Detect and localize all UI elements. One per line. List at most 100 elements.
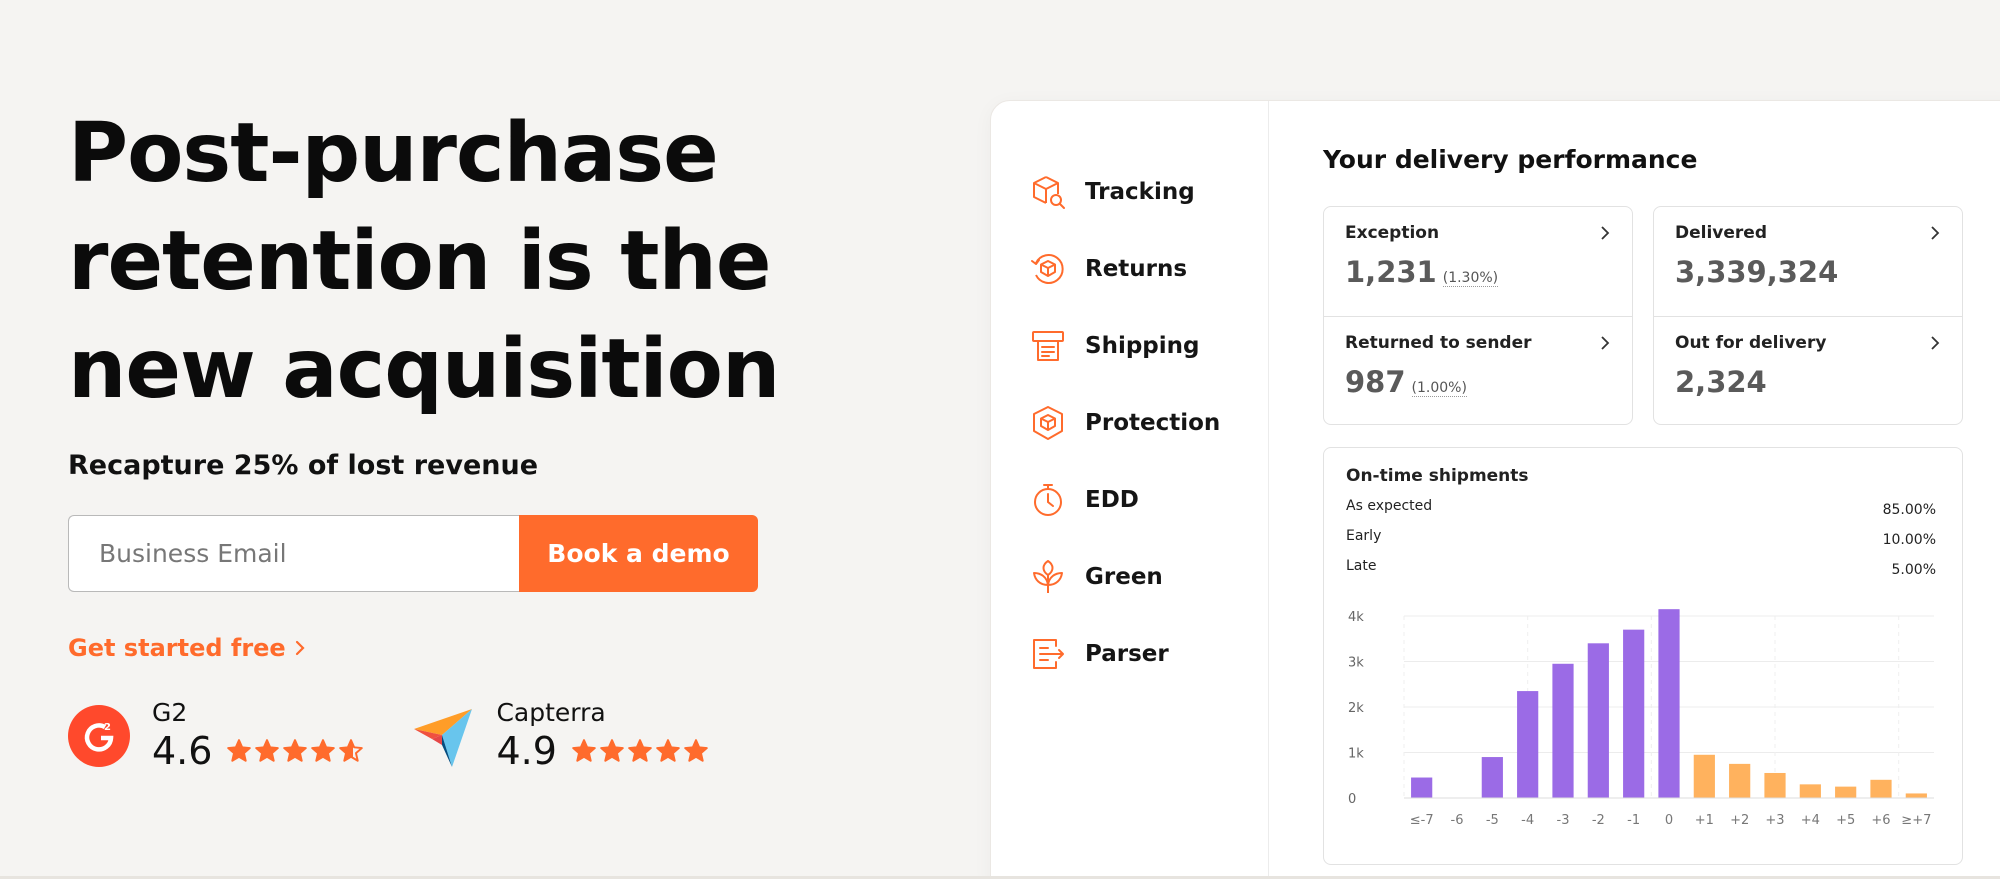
stat-card: Delivered 3,339,324 Out for delivery 2,3… <box>1653 206 1963 425</box>
shield-box-icon <box>1029 404 1067 442</box>
stat-label: Out for delivery <box>1675 333 1827 353</box>
y-tick-label: 2k <box>1348 701 1364 716</box>
sidebar-item-returns[interactable]: Returns <box>991 230 1268 307</box>
stat-returned-to-sender[interactable]: Returned to sender 987 (1.00%) <box>1324 316 1632 425</box>
chart-bar <box>1587 643 1609 798</box>
chart-bar <box>1658 609 1680 798</box>
sidebar-item-shipping[interactable]: Shipping <box>991 307 1268 384</box>
star-icon <box>628 739 652 762</box>
chart-bar <box>1481 757 1503 798</box>
sidebar-item-edd[interactable]: EDD <box>991 461 1268 538</box>
chevron-right-icon <box>1931 226 1940 240</box>
panel-title: Your delivery performance <box>1323 145 1698 174</box>
sidebar-item-label: Shipping <box>1085 332 1200 359</box>
capterra-logo <box>414 709 473 767</box>
star-rating <box>571 738 709 764</box>
chevron-right-icon <box>1931 336 1940 350</box>
sidebar-item-protection[interactable]: Protection <box>991 384 1268 461</box>
stat-exception[interactable]: Exception 1,231 (1.30%) <box>1324 207 1632 316</box>
chart-bar <box>1835 786 1857 798</box>
rating-brand: G2 <box>152 698 188 727</box>
legend-percent: 10.00% <box>1882 532 1936 548</box>
stat-delivered[interactable]: Delivered 3,339,324 <box>1654 207 1962 316</box>
rating-score: 4.6 <box>152 729 213 773</box>
on-time-shipments-chart: 0 1k 2k 3k 4k ≤-7 -6 -5 -4 -3 -2 -1 0 +1 +2 +3 +4 +5 +6 ≥+7 <box>1348 609 1934 828</box>
stat-label: Delivered <box>1675 223 1767 243</box>
x-tick-label: +3 <box>1765 813 1784 828</box>
headline-line: new acquisition <box>68 322 780 417</box>
get-started-label: Get started free <box>68 634 286 662</box>
x-tick-label: -3 <box>1557 813 1570 828</box>
chart-bar <box>1905 793 1927 798</box>
get-started-link[interactable]: Get started free <box>68 634 306 662</box>
book-demo-button[interactable]: Book a demo <box>519 515 758 592</box>
ratings: 2 G2 4.6 Capterra 4.9 <box>68 698 968 774</box>
stopwatch-icon <box>1029 481 1067 519</box>
legend-percent: 5.00% <box>1891 562 1936 578</box>
sidebar-item-label: Returns <box>1085 255 1188 282</box>
chart-bar <box>1870 779 1892 798</box>
legend-label: Early <box>1346 528 1382 544</box>
stat-percent: (1.00%) <box>1411 380 1467 397</box>
y-tick-label: 0 <box>1348 792 1356 807</box>
chart-bar <box>1764 772 1786 798</box>
chevron-right-icon <box>295 640 305 656</box>
headline: Post-purchase retention is the new acqui… <box>68 100 968 424</box>
x-tick-label: -5 <box>1486 813 1499 828</box>
chart-bar <box>1799 784 1821 798</box>
sidebar-item-green[interactable]: Green <box>991 538 1268 615</box>
star-icon <box>656 739 680 762</box>
star-icon <box>255 739 280 762</box>
rating-g2: 2 G2 4.6 <box>68 698 364 774</box>
svg-text:2: 2 <box>104 722 111 733</box>
stat-grid: Exception 1,231 (1.30%) Returned to sende… <box>1323 206 2000 425</box>
stat-value: 3,339,324 <box>1675 255 1839 289</box>
x-tick-label: -1 <box>1627 813 1640 828</box>
performance-panel: Your delivery performance Exception 1,23… <box>1269 101 2000 879</box>
chart-bar <box>1623 629 1645 798</box>
x-tick-label: -6 <box>1451 813 1464 828</box>
x-tick-label: -4 <box>1521 813 1534 828</box>
g2-logo: 2 <box>68 705 130 767</box>
star-icon <box>600 739 624 762</box>
leaf-icon <box>1029 558 1067 596</box>
chart-title: On-time shipments <box>1346 466 1529 486</box>
chart-bar <box>1693 754 1715 798</box>
subheadline: Recapture 25% of lost revenue <box>68 450 539 481</box>
star-icon <box>572 739 596 762</box>
dashboard-preview: Tracking Returns Shipping Protection EDD… <box>990 100 2000 879</box>
headline-line: retention is the <box>68 214 771 309</box>
sidebar-item-parser[interactable]: Parser <box>991 615 1268 692</box>
email-form: Book a demo <box>68 515 758 592</box>
sidebar-item-label: Protection <box>1085 409 1221 436</box>
return-box-icon <box>1029 250 1067 288</box>
star-icon <box>684 739 708 762</box>
chevron-right-icon <box>1601 226 1610 240</box>
chart-bar <box>1517 691 1539 798</box>
x-tick-label: 0 <box>1665 813 1673 828</box>
star-icon <box>339 739 364 762</box>
stat-out-for-delivery[interactable]: Out for delivery 2,324 <box>1654 316 1962 425</box>
sidebar-item-tracking[interactable]: Tracking <box>991 153 1268 230</box>
x-tick-label: ≥+7 <box>1901 813 1931 828</box>
stat-value: 987 <box>1345 365 1406 399</box>
sidebar-item-label: Tracking <box>1085 178 1195 205</box>
stat-percent: (1.30%) <box>1442 270 1499 287</box>
stat-value: 2,324 <box>1675 365 1767 399</box>
sidebar: Tracking Returns Shipping Protection EDD… <box>991 101 1269 879</box>
sidebar-item-label: EDD <box>1085 486 1139 513</box>
sidebar-item-label: Green <box>1085 563 1163 590</box>
hero-section: Post-purchase retention is the new acqui… <box>68 100 968 774</box>
stat-label: Exception <box>1345 223 1440 243</box>
star-icon <box>227 739 252 762</box>
email-field[interactable] <box>68 515 519 592</box>
printer-icon <box>1029 327 1067 365</box>
on-time-shipments-card: On-time shipments As expected 85.00% Ear… <box>1323 447 1963 865</box>
chart-bar <box>1552 663 1574 798</box>
legend-row: Early 10.00% <box>1346 528 1936 558</box>
rating-capterra: Capterra 4.9 <box>412 698 708 774</box>
star-icon <box>311 739 336 762</box>
box-search-icon <box>1029 173 1067 211</box>
rating-brand: Capterra <box>496 698 606 727</box>
x-tick-label: +4 <box>1801 813 1820 828</box>
